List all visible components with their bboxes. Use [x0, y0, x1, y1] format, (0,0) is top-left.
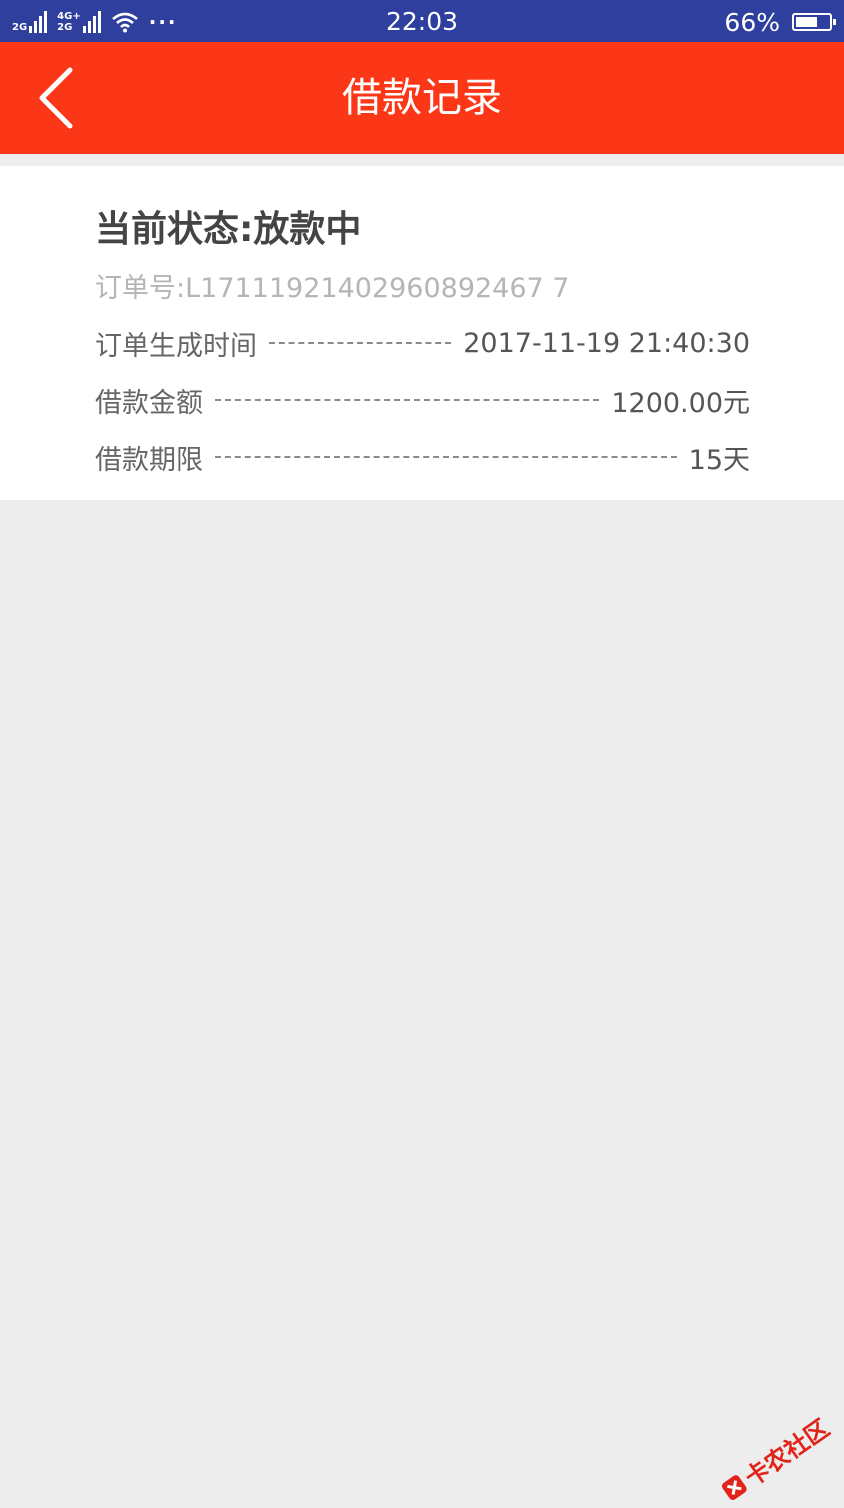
status-time: 22:03	[385, 7, 459, 36]
status-right: 66%	[724, 6, 836, 38]
dashed-divider	[215, 399, 600, 401]
dashed-divider	[269, 342, 452, 344]
watermark-text: 卡农社区	[739, 1414, 835, 1493]
order-number-line: 订单号:L17111921402960892467 7	[95, 266, 569, 305]
row-value: 15天	[688, 444, 750, 476]
watermark: 卡农社区	[715, 1409, 835, 1508]
row-label: 订单生成时间	[95, 330, 257, 362]
detail-row-amount: 借款金额 1200.00元	[95, 380, 750, 420]
status-bar: 2G 4G+ 2G ··· 22:03 66%	[0, 0, 844, 42]
detail-row-term: 借款期限 15天	[95, 437, 750, 477]
page-title: 借款记录	[342, 75, 502, 121]
row-label: 借款期限	[95, 444, 203, 476]
loan-status: 当前状态:放款中	[95, 209, 362, 250]
order-number-label: 订单号:	[95, 273, 186, 304]
order-number-value: L17111921402960892467 7	[185, 273, 570, 304]
dashed-divider	[215, 456, 677, 458]
battery-icon	[792, 13, 836, 31]
row-label: 借款金额	[95, 387, 203, 419]
battery-fill	[796, 17, 817, 27]
battery-percent: 66%	[724, 7, 780, 37]
nav-bar: 借款记录	[0, 42, 844, 154]
detail-row-created-time: 订单生成时间 2017-11-19 21:40:30	[95, 323, 750, 363]
row-value: 1200.00元	[611, 387, 750, 419]
loan-record-card[interactable]: 当前状态:放款中 订单号:L17111921402960892467 7 订单生…	[0, 166, 844, 500]
row-value: 2017-11-19 21:40:30	[463, 327, 750, 359]
